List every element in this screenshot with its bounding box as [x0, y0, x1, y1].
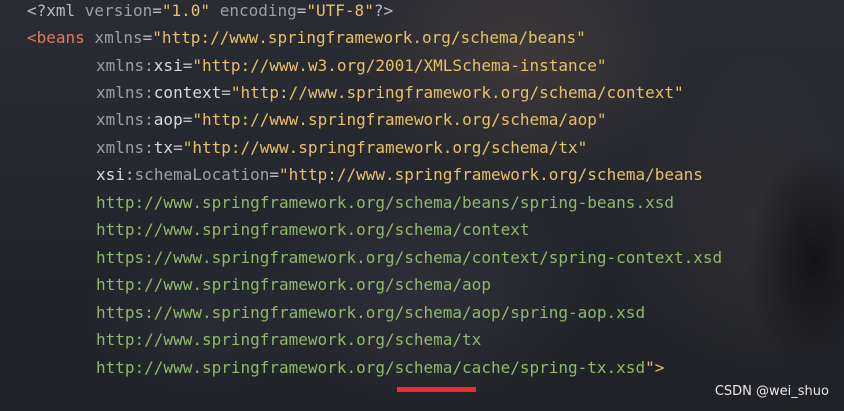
schema-url-tx: http://www.springframework.org/schema/ca…	[96, 358, 646, 377]
namespace-name: aop	[153, 110, 183, 129]
xml-declaration-close: ?>	[373, 1, 394, 20]
equals-sign: =	[296, 1, 307, 20]
code-line-13: http://www.springframework.org/schema/tx	[96, 330, 482, 349]
schema-location-attr: schemaLocation	[134, 165, 270, 184]
equals-sign: =	[221, 83, 231, 102]
xmlns-attr: xmlns	[94, 28, 143, 47]
colon: :	[124, 165, 135, 184]
code-line-3: xmlns:xsi="http://www.w3.org/2001/XMLSch…	[96, 52, 607, 80]
xml-version-attr: version	[84, 1, 153, 20]
code-line-8: http://www.springframework.org/schema/be…	[96, 193, 674, 212]
equals-sign: =	[152, 1, 162, 20]
code-line-7: xsi:schemaLocation="http://www.springfra…	[96, 161, 703, 189]
beans-tag: beans	[36, 28, 85, 47]
code-line-1: <?xml version="1.0" encoding="UTF-8"?>	[27, 0, 393, 25]
attribute-close-quote-bracket: ">	[645, 358, 665, 377]
code-line-10: https://www.springframework.org/schema/c…	[96, 248, 723, 267]
code-line-6: xmlns:tx="http://www.springframework.org…	[96, 134, 587, 162]
xml-encoding-value: "UTF-8"	[306, 1, 374, 20]
xml-encoding-attr: encoding	[219, 1, 297, 20]
highlight-underline	[397, 387, 476, 392]
namespace-value: "http://www.springframework.org/schema/t…	[182, 138, 588, 157]
code-editor[interactable]: <?xml version="1.0" encoding="UTF-8"?> <…	[0, 0, 844, 411]
equals-sign: =	[182, 110, 193, 129]
namespace-name: tx	[153, 138, 174, 157]
code-line-4: xmlns:context="http://www.springframewor…	[96, 79, 684, 107]
namespace-name: context	[153, 83, 222, 102]
xmlns-value: "http://www.springframework.org/schema/b…	[152, 28, 586, 47]
code-line-9: http://www.springframework.org/schema/co…	[96, 220, 530, 239]
xmlns-prefix: xmlns:	[96, 110, 154, 129]
code-line-5: xmlns:aop="http://www.springframework.or…	[96, 106, 607, 134]
xml-version-value: "1.0"	[161, 1, 211, 20]
code-line-12: https://www.springframework.org/schema/a…	[96, 303, 646, 322]
equals-sign: =	[173, 138, 183, 157]
schema-location-value-start: "http://www.springframework.org/schema/b…	[279, 165, 703, 184]
equals-sign: =	[142, 28, 153, 47]
equals-sign: =	[269, 165, 280, 184]
tag-open-bracket: <	[27, 28, 37, 47]
namespace-name: xsi	[153, 56, 183, 75]
equals-sign: =	[182, 56, 193, 75]
code-line-14: http://www.springframework.org/schema/ca…	[96, 354, 664, 382]
namespace-value: "http://www.springframework.org/schema/a…	[192, 110, 607, 129]
xmlns-prefix: xmlns:	[96, 56, 154, 75]
xmlns-prefix: xmlns:	[96, 83, 154, 102]
code-line-11: http://www.springframework.org/schema/ao…	[96, 275, 491, 294]
namespace-value: "http://www.w3.org/2001/XMLSchema-instan…	[192, 56, 607, 75]
namespace-name: xsi	[96, 165, 125, 184]
code-line-2: <beans xmlns="http://www.springframework…	[27, 24, 586, 52]
watermark-text: CSDN @wei_shuo	[714, 384, 829, 399]
xml-declaration-open: <?xml	[27, 1, 85, 20]
xmlns-prefix: xmlns:	[96, 138, 154, 157]
namespace-value: "http://www.springframework.org/schema/c…	[230, 83, 684, 102]
